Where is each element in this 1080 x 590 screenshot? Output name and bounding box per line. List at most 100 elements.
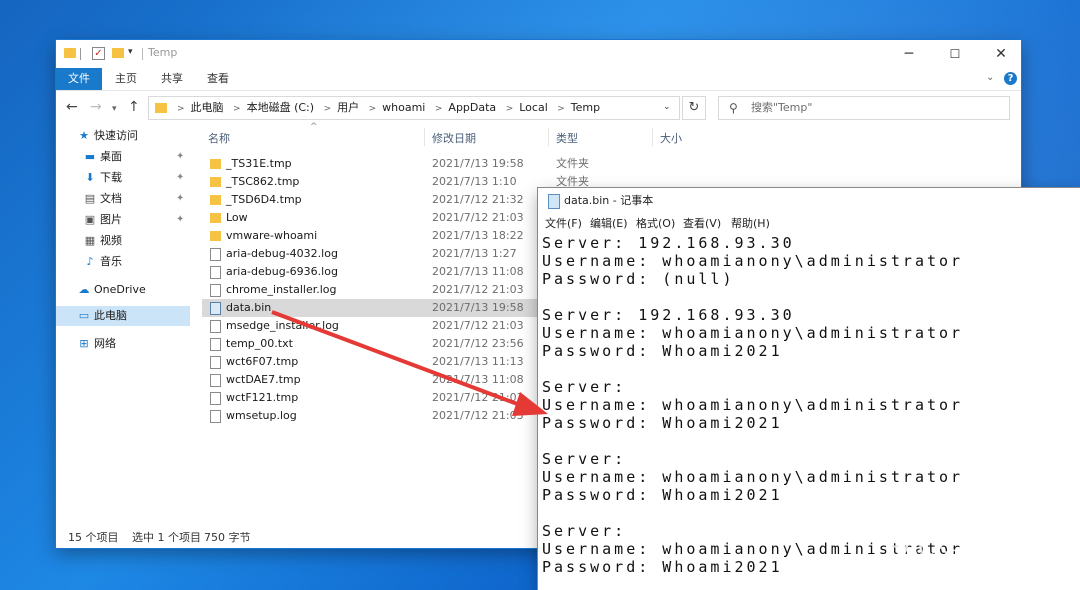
file-row[interactable]: _TS31E.tmp 2021/7/13 19:58 文件夹	[202, 155, 597, 173]
up-button[interactable]: ↑	[128, 99, 140, 115]
text-line: Server:	[542, 450, 627, 468]
notepad-menu-bar: 文件(F) 编辑(E) 格式(O) 查看(V) 帮助(H)	[538, 214, 1080, 234]
properties-icon[interactable]: ✓	[92, 47, 105, 60]
column-headers: 名称 ^ 修改日期 类型 大小	[202, 122, 1002, 148]
text-line: Username: whoamianony\administrator	[542, 396, 964, 414]
breadcrumb: > 此电脑 > 本地磁盘 (C:) > 用户 > whoami > AppData > Lo…	[177, 101, 601, 114]
nav-videos[interactable]: ▦ 视频	[56, 231, 190, 251]
refresh-button[interactable]: ↻	[682, 96, 706, 120]
file-name: msedge_installer.log	[226, 319, 339, 332]
customize-toolbar-icon[interactable]: ▾	[128, 47, 133, 63]
nav-quick-access[interactable]: ★ 快速访问	[56, 126, 190, 146]
file-icon	[210, 374, 221, 387]
divider	[80, 48, 81, 60]
new-folder-icon[interactable]	[112, 48, 124, 58]
divider	[142, 48, 143, 60]
nav-music[interactable]: ♪ 音乐	[56, 252, 190, 272]
text-line: Password: Whoami2021	[542, 342, 783, 360]
nav-desktop[interactable]: ▬ 桌面 ✦	[56, 147, 190, 167]
chevron-down-icon[interactable]: ⌄	[663, 102, 671, 112]
menu-edit[interactable]: 编辑(E)	[590, 214, 628, 234]
notepad-title: data.bin - 记事本	[564, 194, 654, 207]
nav-pictures[interactable]: ▣ 图片 ✦	[56, 210, 190, 230]
menu-help[interactable]: 帮助(H)	[731, 214, 770, 234]
search-icon: ⚲	[729, 101, 738, 115]
nav-onedrive[interactable]: ☁ OneDrive	[56, 280, 190, 300]
watermark: HACK学习呀	[850, 528, 1023, 563]
back-button[interactable]: ←	[66, 99, 78, 115]
folder-icon	[210, 159, 221, 169]
nav-this-pc[interactable]: ▭ 此电脑	[56, 306, 190, 326]
file-icon	[210, 284, 221, 297]
file-name: data.bin	[226, 301, 272, 314]
file-name: vmware-whoami	[226, 229, 318, 242]
nav-downloads[interactable]: ⬇ 下载 ✦	[56, 168, 190, 188]
cloud-icon: ☁	[78, 283, 90, 296]
column-size[interactable]: 大小	[660, 130, 682, 146]
breadcrumb-item[interactable]: Temp	[571, 101, 600, 114]
text-line: Server:	[542, 522, 627, 540]
text-line: Username: whoamianony\administrator	[542, 468, 964, 486]
help-icon[interactable]: ?	[1004, 72, 1017, 85]
file-date: 2021/7/12 21:03	[432, 391, 524, 404]
file-name: wctF121.tmp	[226, 391, 299, 404]
navigation-bar: ← → ▾ ↑ > 此电脑 > 本地磁盘 (C:) > 用户 > whoami > App…	[56, 94, 1021, 122]
recent-locations-icon[interactable]: ▾	[112, 104, 117, 114]
nav-documents[interactable]: ▤ 文档 ✦	[56, 189, 190, 209]
breadcrumb-item[interactable]: Local	[519, 101, 548, 114]
picture-icon: ▣	[84, 213, 96, 226]
file-name: _TS31E.tmp	[226, 157, 292, 170]
forward-button[interactable]: →	[90, 99, 102, 115]
search-input[interactable]: ⚲ 搜索"Temp"	[718, 96, 1010, 120]
breadcrumb-item[interactable]: 用户	[337, 101, 359, 114]
address-bar[interactable]: > 此电脑 > 本地磁盘 (C:) > 用户 > whoami > AppData > Lo…	[148, 96, 680, 120]
folder-icon	[210, 195, 221, 205]
file-date: 2021/7/13 1:10	[432, 175, 517, 188]
folder-icon	[64, 48, 76, 58]
file-date: 2021/7/13 11:08	[432, 265, 524, 278]
column-date[interactable]: 修改日期	[432, 130, 476, 146]
file-icon	[210, 320, 221, 333]
text-line: Password: Whoami2021	[542, 414, 783, 432]
breadcrumb-item[interactable]: 此电脑	[191, 101, 224, 114]
close-button[interactable]: ✕	[978, 40, 1024, 68]
menu-file[interactable]: 文件(F)	[545, 214, 582, 234]
selected-count: 选中 1 个项目	[132, 531, 201, 544]
star-icon: ★	[79, 129, 89, 142]
menu-format[interactable]: 格式(O)	[636, 214, 675, 234]
desktop-icon: ▬	[84, 150, 96, 163]
maximize-button[interactable]: ☐	[932, 40, 978, 68]
file-date: 2021/7/12 21:03	[432, 283, 524, 296]
file-date: 2021/7/12 21:32	[432, 193, 524, 206]
tab-share[interactable]: 共享	[156, 68, 188, 90]
title-bar: ✓ ▾ Temp ─ ☐ ✕	[56, 40, 1021, 68]
file-name: chrome_installer.log	[226, 283, 337, 296]
text-line: Password: (null)	[542, 270, 735, 288]
selected-size: 750 字节	[204, 531, 251, 544]
file-icon	[210, 266, 221, 279]
column-type[interactable]: 类型	[556, 130, 578, 146]
nav-network[interactable]: ⊞ 网络	[56, 334, 190, 354]
breadcrumb-item[interactable]: whoami	[382, 101, 425, 114]
expand-ribbon-icon[interactable]: ⌄	[986, 72, 994, 83]
menu-view[interactable]: 查看(V)	[683, 214, 721, 234]
network-icon: ⊞	[79, 337, 89, 350]
pin-icon: ✦	[176, 172, 185, 183]
item-count: 15 个项目	[68, 531, 119, 544]
video-icon: ▦	[84, 234, 96, 247]
text-line: Password: Whoami2021	[542, 486, 783, 504]
breadcrumb-item[interactable]: 本地磁盘 (C:)	[247, 101, 314, 114]
breadcrumb-item[interactable]: AppData	[448, 101, 496, 114]
file-icon	[210, 410, 221, 423]
file-name: _TSD6D4.tmp	[226, 193, 302, 206]
tab-home[interactable]: 主页	[110, 68, 142, 90]
pin-icon: ✦	[176, 193, 185, 204]
column-name[interactable]: 名称	[208, 130, 230, 146]
minimize-button[interactable]: ─	[886, 40, 932, 68]
text-line: Server: 192.168.93.30	[542, 234, 795, 252]
file-date: 2021/7/13 19:58	[432, 301, 524, 314]
navigation-pane: ★ 快速访问 ▬ 桌面 ✦ ⬇ 下载 ✦ ▤ 文档 ✦ ▣ 图片 ✦ ▦ 视频 …	[56, 126, 196, 526]
tab-file[interactable]: 文件	[56, 68, 102, 90]
download-icon: ⬇	[85, 171, 95, 184]
tab-view[interactable]: 查看	[202, 68, 234, 90]
